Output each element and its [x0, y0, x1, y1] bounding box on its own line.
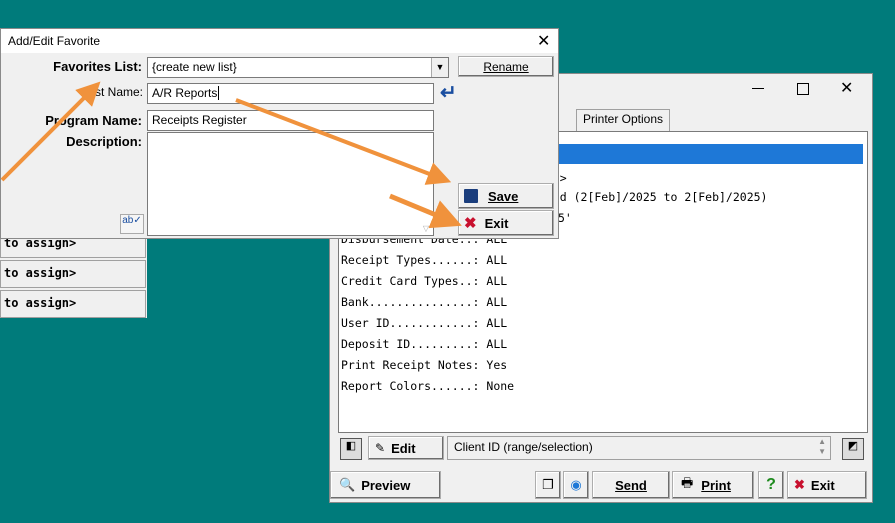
report-line: Receipt Types......: ALL	[341, 253, 508, 267]
magnifier-icon: 🔍	[339, 477, 356, 492]
globe-button[interactable]: ◉	[563, 471, 589, 499]
spellcheck-icon[interactable]: ab✓	[120, 214, 144, 234]
red-x-icon: ✖	[464, 215, 477, 232]
save-button[interactable]: Save	[458, 183, 554, 209]
dropdown-arrow-icon[interactable]: ▼	[431, 58, 448, 77]
copy-icon: ❐	[542, 477, 554, 492]
report-line: Report Colors......: None	[341, 379, 515, 393]
printer-icon: 🖶	[681, 475, 694, 490]
edit-right-icon[interactable]: ◩	[842, 438, 864, 460]
print-button[interactable]: 🖶 Print	[672, 471, 754, 499]
list-name-input[interactable]: A/R Reports	[147, 83, 434, 104]
spinner-icon[interactable]: ▲ ▼	[818, 437, 826, 457]
report-line: Print Receipt Notes: Yes	[341, 358, 508, 372]
report-line: Bank...............: ALL	[341, 295, 508, 309]
close-icon[interactable]: ✕	[840, 78, 853, 98]
send-button[interactable]: Send	[592, 471, 670, 499]
exit-button-report[interactable]: ✖ Exit	[787, 471, 867, 499]
description-label: Description:	[66, 134, 142, 149]
dialog-title-bar: Add/Edit Favorite ✕	[1, 29, 558, 53]
help-icon: ?	[766, 476, 776, 493]
report-line: riod (2[Feb]/2025 to 2[Feb]/2025)	[539, 190, 768, 204]
dialog-close-icon[interactable]: ✕	[537, 31, 550, 51]
report-line: User ID............: ALL	[341, 316, 508, 330]
edit-left-icon[interactable]: ◧	[340, 438, 362, 460]
copy-button[interactable]: ❐	[535, 471, 561, 499]
minimize-icon[interactable]	[752, 88, 764, 89]
dialog-title: Add/Edit Favorite	[8, 34, 101, 48]
edit-button[interactable]: ✎ Edit	[368, 436, 444, 460]
report-line: 5'	[558, 211, 572, 225]
text-cursor	[218, 86, 220, 100]
floppy-disk-icon	[464, 189, 478, 203]
pencil-icon: ✎	[375, 441, 386, 455]
rename-button[interactable]: Rename	[458, 56, 554, 77]
program-name-input: Receipts Register	[147, 110, 434, 131]
left-tab-2[interactable]: to assign>	[0, 260, 146, 288]
favorites-list-select[interactable]: {create new list} ▼	[147, 57, 449, 78]
help-button[interactable]: ?	[758, 471, 784, 499]
scroll-down-icon[interactable]: ▽	[423, 224, 429, 233]
enter-arrow-icon[interactable]: ↵	[440, 80, 457, 105]
program-name-label: Program Name:	[45, 113, 142, 128]
red-x-icon: ✖	[794, 477, 805, 492]
maximize-icon[interactable]	[797, 83, 809, 95]
left-tab-3[interactable]: to assign>	[0, 290, 146, 318]
report-line: Credit Card Types..: ALL	[341, 274, 508, 288]
exit-button[interactable]: ✖ Exit	[458, 210, 554, 236]
list-name-label: List Name:	[85, 85, 143, 99]
criteria-field[interactable]: Client ID (range/selection) ▲ ▼	[447, 436, 831, 460]
globe-icon: ◉	[570, 477, 582, 492]
favorites-list-label: Favorites List:	[53, 59, 142, 74]
report-line: Deposit ID.........: ALL	[341, 337, 508, 351]
description-textarea[interactable]: ▽	[147, 132, 434, 236]
preview-button[interactable]: 🔍 Preview	[330, 471, 441, 499]
